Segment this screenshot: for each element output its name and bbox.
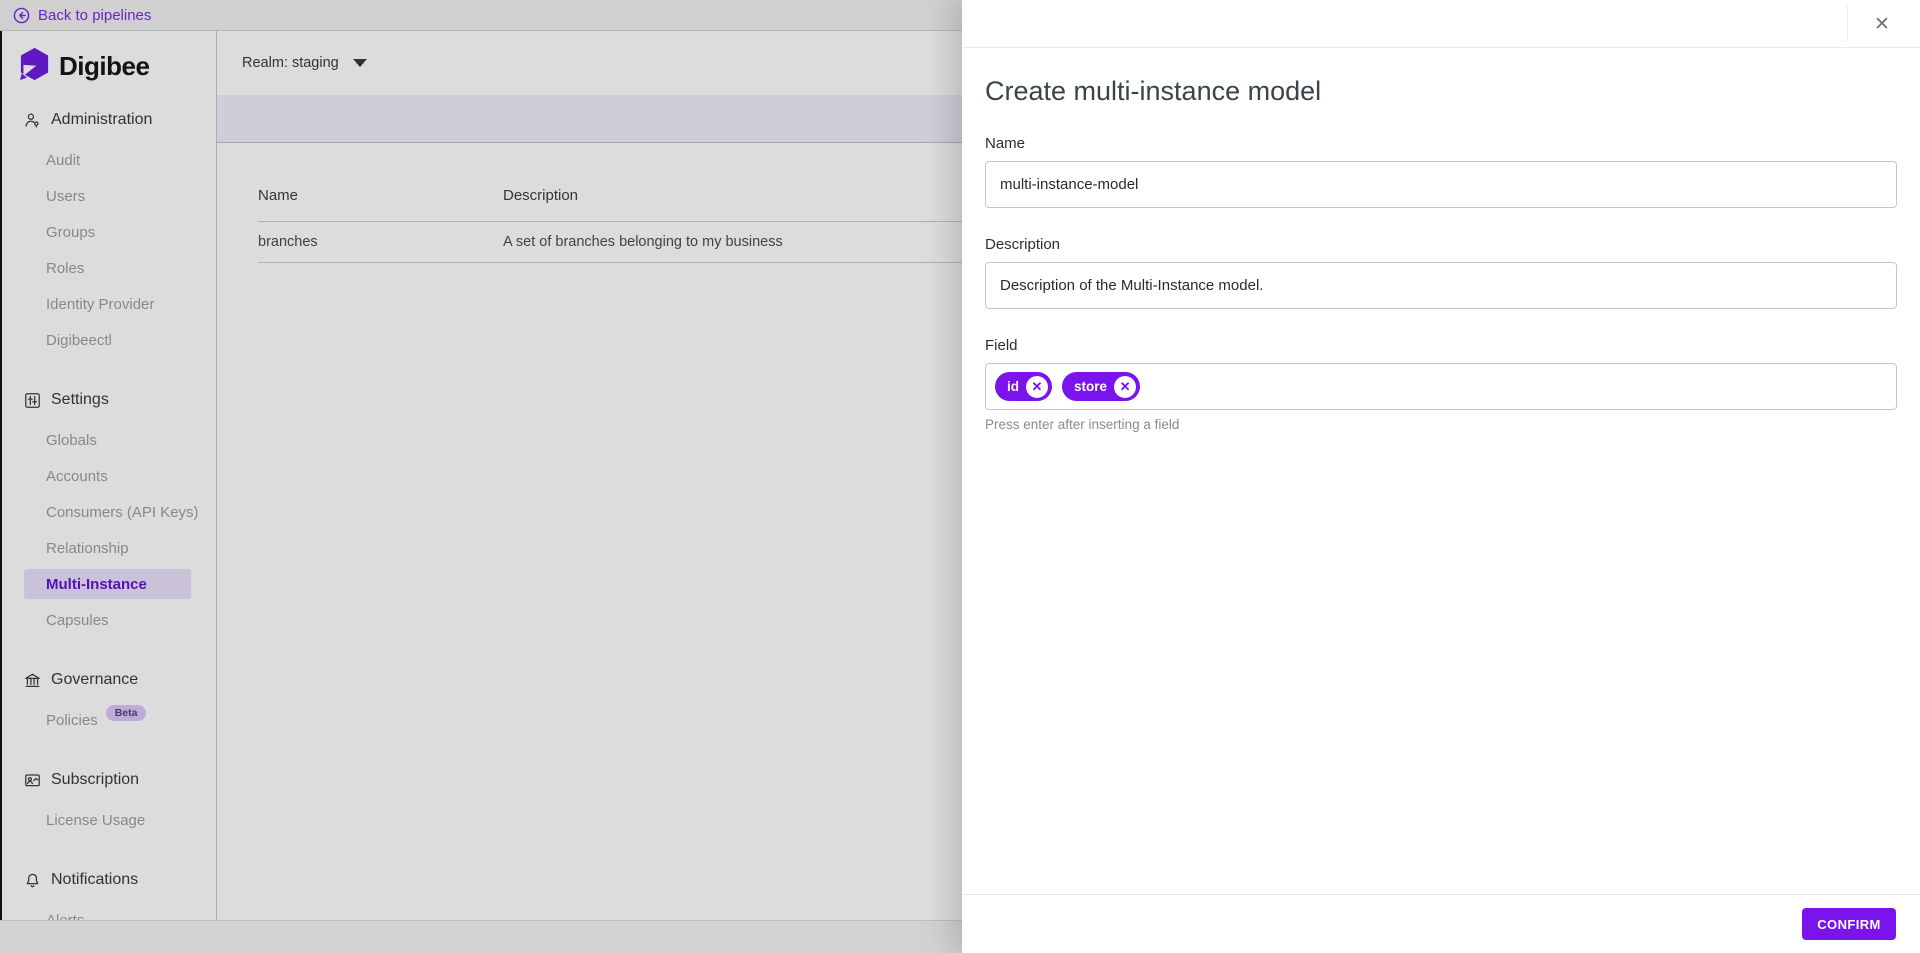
drawer-header: ✕: [962, 0, 1920, 48]
field-chips-input[interactable]: id ✕ store ✕: [985, 363, 1897, 410]
app-window: Back to pipelines Digibee Administration…: [0, 0, 1920, 953]
field-chip-store: store ✕: [1062, 372, 1141, 401]
close-icon[interactable]: ✕: [1864, 6, 1900, 42]
header-separator: [1847, 5, 1848, 42]
chip-label: id: [1007, 379, 1019, 394]
create-model-drawer: ✕ Create multi-instance model Name Descr…: [962, 0, 1920, 953]
drawer-footer: CONFIRM: [962, 894, 1920, 953]
drawer-title: Create multi-instance model: [985, 76, 1322, 106]
name-input[interactable]: [985, 161, 1897, 208]
description-input[interactable]: [985, 262, 1897, 309]
chip-remove-icon[interactable]: ✕: [1114, 375, 1137, 398]
field-helper-text: Press enter after inserting a field: [985, 417, 1180, 432]
drawer-body: Create multi-instance model Name Descrip…: [962, 48, 1920, 432]
description-label: Description: [985, 236, 1061, 253]
field-label: Field: [985, 337, 1018, 354]
chip-label: store: [1074, 379, 1108, 394]
name-label: Name: [985, 135, 1026, 152]
field-chip-id: id ✕: [995, 372, 1052, 401]
chip-remove-icon[interactable]: ✕: [1026, 375, 1048, 398]
confirm-button[interactable]: CONFIRM: [1802, 908, 1896, 940]
